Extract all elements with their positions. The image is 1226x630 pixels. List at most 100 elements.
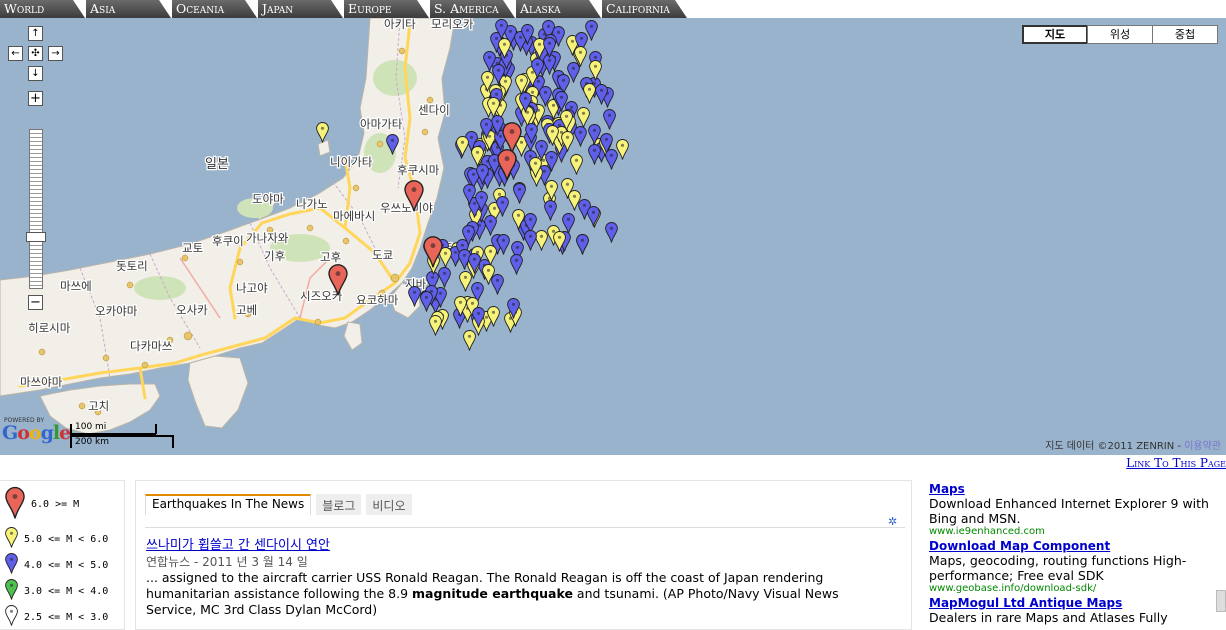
- blue-quake-marker[interactable]: [438, 267, 451, 288]
- blue-quake-marker[interactable]: [513, 183, 526, 204]
- pan-up-button[interactable]: ↑: [28, 26, 43, 41]
- news-headline-link[interactable]: 쓰나미가 휩쓸고 간 센다이시 연안: [146, 534, 330, 553]
- blue-quake-marker[interactable]: [386, 134, 399, 155]
- blue-quake-marker[interactable]: [521, 24, 534, 45]
- blue-quake-marker[interactable]: [603, 109, 616, 130]
- blue-quake-marker[interactable]: [588, 144, 601, 165]
- blue-quake-marker[interactable]: [605, 149, 618, 170]
- link-to-this-page[interactable]: Link To This Page: [1126, 456, 1226, 470]
- pan-center-button[interactable]: ✣: [28, 46, 43, 61]
- blue-quake-marker[interactable]: [484, 215, 497, 236]
- blue-quake-marker[interactable]: [496, 196, 509, 217]
- blue-quake-marker[interactable]: [492, 64, 505, 85]
- label-osaka: 오사카: [176, 303, 208, 317]
- blue-quake-marker[interactable]: [408, 286, 421, 307]
- tab-europe[interactable]: Europe: [344, 0, 429, 18]
- yellow-quake-marker[interactable]: [487, 97, 500, 118]
- legend-label: 4.0 <= M < 5.0: [24, 559, 109, 571]
- blue-quake-marker[interactable]: [587, 206, 600, 227]
- blue-quake-marker[interactable]: [497, 234, 510, 255]
- earthquake-map[interactable]: 아키타 모리오카 아마가타 센다이 니이가타 후쿠시마 도야마 나가노 우쓰노미…: [0, 18, 1226, 455]
- blue-quake-marker[interactable]: [555, 91, 568, 112]
- zoom-slider-thumb[interactable]: [26, 232, 46, 242]
- zoom-in-button[interactable]: +: [28, 91, 43, 106]
- yellow-quake-marker[interactable]: [561, 178, 574, 199]
- blue-quake-marker[interactable]: [468, 253, 481, 274]
- yellow-quake-marker[interactable]: [456, 136, 469, 157]
- yellow-quake-marker[interactable]: [583, 83, 596, 104]
- yellow-quake-marker[interactable]: [487, 306, 500, 327]
- yellow-quake-marker[interactable]: [471, 146, 484, 167]
- blue-quake-marker[interactable]: [524, 230, 537, 251]
- legend-label: 3.0 <= M < 4.0: [24, 585, 109, 597]
- yellow-quake-marker[interactable]: [553, 231, 566, 252]
- blue-quake-marker[interactable]: [595, 84, 608, 105]
- map-type-satellite-button[interactable]: 위성: [1087, 25, 1153, 44]
- yellow-quake-marker[interactable]: [577, 107, 590, 128]
- yellow-quake-marker[interactable]: [560, 110, 573, 131]
- tab-japan[interactable]: Japan: [258, 0, 343, 18]
- terms-link[interactable]: 이용약관: [1184, 441, 1221, 452]
- red-quake-marker[interactable]: [404, 180, 424, 212]
- yellow-quake-marker[interactable]: [574, 46, 587, 67]
- tab-south-america[interactable]: S. America: [430, 0, 515, 18]
- yellow-quake-marker[interactable]: [482, 264, 495, 285]
- map-type-hybrid-button[interactable]: 중첩: [1152, 25, 1218, 44]
- zoom-out-button[interactable]: −: [28, 295, 43, 310]
- google-logo[interactable]: Google: [2, 422, 71, 444]
- tab-blog[interactable]: 블로그: [316, 494, 362, 515]
- ad-body: Dealers in rare Maps and Atlases Fully: [929, 610, 1168, 625]
- pan-down-button[interactable]: ↓: [28, 66, 43, 81]
- tab-earthquakes-news[interactable]: Earthquakes In The News: [145, 494, 312, 515]
- label-akita: 아키타: [384, 18, 416, 31]
- blue-quake-marker[interactable]: [420, 291, 433, 312]
- blue-quake-marker[interactable]: [545, 151, 558, 172]
- ad-url[interactable]: www.ie9enhanced.com: [929, 526, 1219, 537]
- blue-quake-marker[interactable]: [543, 37, 556, 58]
- blue-quake-marker[interactable]: [519, 92, 532, 113]
- yellow-quake-marker[interactable]: [529, 157, 542, 178]
- ad-url[interactable]: www.geobase.info/download-sdk/: [929, 583, 1219, 594]
- yellow-quake-marker[interactable]: [546, 125, 559, 146]
- tab-california[interactable]: California: [602, 0, 687, 18]
- yellow-quake-marker[interactable]: [545, 180, 558, 201]
- yellow-quake-marker[interactable]: [454, 296, 467, 317]
- blue-quake-marker[interactable]: [576, 234, 589, 255]
- yellow-quake-marker[interactable]: [429, 315, 442, 336]
- tab-video[interactable]: 비디오: [366, 494, 412, 515]
- blue-quake-marker[interactable]: [495, 19, 508, 40]
- ad-title-link[interactable]: Download Map Component: [929, 539, 1219, 553]
- pan-left-button[interactable]: ←: [8, 46, 23, 61]
- yellow-quake-marker[interactable]: [316, 122, 329, 143]
- tab-alaska[interactable]: Alaska: [516, 0, 601, 18]
- tab-asia[interactable]: Asia: [86, 0, 171, 18]
- blue-quake-marker[interactable]: [605, 222, 618, 243]
- blue-quake-marker[interactable]: [462, 225, 475, 246]
- blue-quake-marker[interactable]: [472, 307, 485, 328]
- blue-quake-marker[interactable]: [475, 191, 488, 212]
- blue-quake-marker[interactable]: [510, 254, 523, 275]
- tab-world[interactable]: World: [0, 0, 85, 18]
- blue-quake-marker[interactable]: [480, 118, 493, 139]
- red-quake-marker[interactable]: [497, 149, 517, 181]
- ad-title-link[interactable]: Maps: [929, 482, 1219, 496]
- ad-title-link[interactable]: MapMogul Ltd Antique Maps: [929, 596, 1219, 610]
- blue-quake-marker[interactable]: [525, 123, 538, 144]
- red-quake-marker[interactable]: [328, 264, 348, 296]
- blue-quake-marker[interactable]: [476, 164, 489, 185]
- blue-quake-marker[interactable]: [531, 58, 544, 79]
- blue-quake-marker[interactable]: [544, 200, 557, 221]
- ads-scrollbar[interactable]: [1216, 590, 1226, 612]
- pan-right-button[interactable]: →: [48, 46, 63, 61]
- tab-oceania[interactable]: Oceania: [172, 0, 257, 18]
- yellow-quake-marker[interactable]: [570, 154, 583, 175]
- yellow-quake-marker[interactable]: [589, 60, 602, 81]
- yellow-quake-marker[interactable]: [463, 330, 476, 351]
- zoom-slider[interactable]: [29, 129, 43, 289]
- yellow-quake-marker[interactable]: [498, 38, 511, 59]
- yellow-quake-marker[interactable]: [484, 245, 497, 266]
- yellow-quake-marker[interactable]: [561, 131, 574, 152]
- blue-quake-marker[interactable]: [507, 298, 520, 319]
- map-type-map-button[interactable]: 지도: [1022, 25, 1088, 44]
- red-quake-marker[interactable]: [423, 236, 443, 268]
